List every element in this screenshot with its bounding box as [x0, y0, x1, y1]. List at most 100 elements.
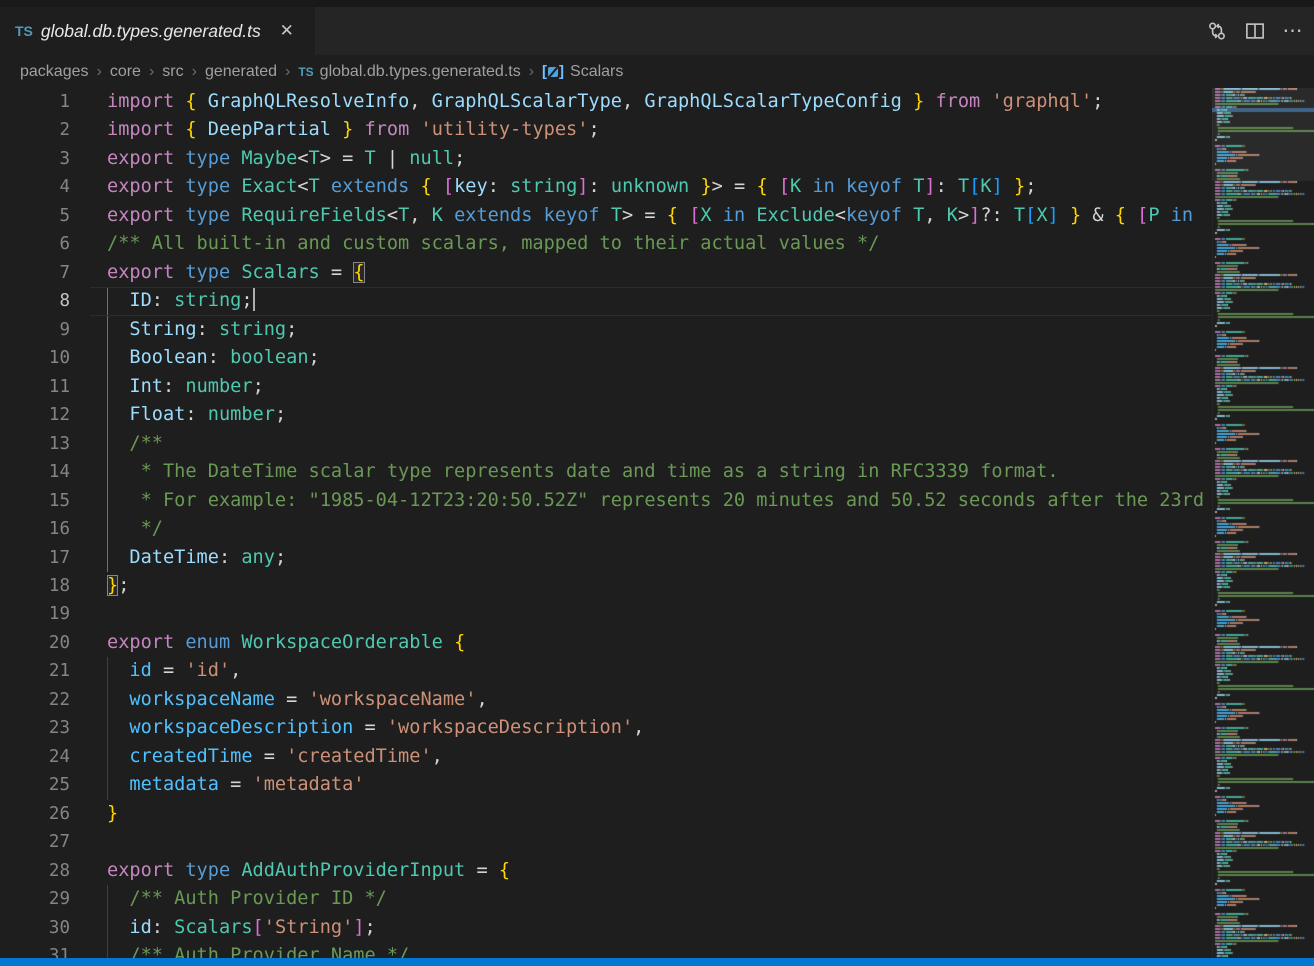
- code-token: ]: [992, 176, 1003, 197]
- code-line[interactable]: Float: number;: [0, 401, 1212, 429]
- code-line[interactable]: createdTime = 'createdTime',: [0, 743, 1212, 771]
- line-number[interactable]: 27: [0, 828, 90, 856]
- split-editor-icon[interactable]: [1240, 16, 1270, 46]
- code-line[interactable]: /**: [0, 430, 1212, 458]
- more-actions-icon[interactable]: ⋯: [1278, 16, 1308, 46]
- code-token: {: [667, 205, 678, 226]
- line-number[interactable]: 1: [0, 88, 90, 116]
- code-line[interactable]: id: Scalars['String'];: [0, 914, 1212, 942]
- code-token: Scalars: [163, 917, 253, 938]
- line-number[interactable]: 9: [0, 316, 90, 344]
- line-number[interactable]: 25: [0, 771, 90, 799]
- code-line[interactable]: * For example: "1985-04-12T23:20:50.52Z"…: [0, 487, 1212, 515]
- line-number[interactable]: 2: [0, 116, 90, 144]
- line-number[interactable]: 28: [0, 857, 90, 885]
- breadcrumb-item-generated[interactable]: generated: [205, 63, 277, 81]
- line-number[interactable]: 18: [0, 572, 90, 600]
- code-line[interactable]: import { GraphQLResolveInfo, GraphQLScal…: [0, 88, 1212, 116]
- code-token: }: [1014, 176, 1025, 197]
- line-number[interactable]: 20: [0, 629, 90, 657]
- code-token: <: [835, 205, 846, 226]
- code-line[interactable]: };: [0, 572, 1212, 600]
- line-number[interactable]: 8: [0, 287, 90, 315]
- code-line[interactable]: workspaceDescription = 'workspaceDescrip…: [0, 714, 1212, 742]
- code-token: [: [443, 176, 454, 197]
- code-token: Exclude: [745, 205, 835, 226]
- tab-close-icon[interactable]: ✕: [275, 19, 299, 43]
- line-number[interactable]: 16: [0, 515, 90, 543]
- code-token: }: [1070, 205, 1081, 226]
- breadcrumb-item-scalars[interactable]: []Scalars: [542, 63, 623, 81]
- code-token: boolean: [219, 347, 309, 368]
- code-token: [768, 176, 779, 197]
- code-line[interactable]: /** Auth Provider ID */: [0, 885, 1212, 913]
- line-number[interactable]: 11: [0, 373, 90, 401]
- code-line[interactable]: /** All built-in and custom scalars, map…: [0, 230, 1212, 258]
- code-line[interactable]: /** Auth Provider Name */: [0, 942, 1212, 958]
- code-token: null: [398, 148, 454, 169]
- line-number[interactable]: 31: [0, 942, 90, 958]
- line-number[interactable]: 5: [0, 202, 90, 230]
- code-token: [331, 119, 342, 140]
- breadcrumb-item-core[interactable]: core: [110, 63, 141, 81]
- code-token: ?:: [980, 205, 1002, 226]
- code-line[interactable]: export type RequireFields<T, K extends k…: [0, 202, 1212, 230]
- code-line[interactable]: import { DeepPartial } from 'utility-typ…: [0, 116, 1212, 144]
- tab-global-db-types[interactable]: TS global.db.types.generated.ts ✕: [0, 7, 316, 55]
- breadcrumb-item-packages[interactable]: packages: [20, 63, 89, 81]
- code-token: =: [219, 774, 241, 795]
- line-number[interactable]: 14: [0, 458, 90, 486]
- code-line[interactable]: export type Exact<T extends { [key: stri…: [0, 173, 1212, 201]
- line-number-gutter[interactable]: 1234567891011121314151617181920212223242…: [0, 88, 90, 958]
- code-line[interactable]: Boolean: boolean;: [0, 344, 1212, 372]
- minimap[interactable]: [1212, 88, 1314, 958]
- code-line[interactable]: */: [0, 515, 1212, 543]
- line-number[interactable]: 15: [0, 487, 90, 515]
- tab-title: global.db.types.generated.ts: [41, 21, 261, 42]
- line-number[interactable]: 4: [0, 173, 90, 201]
- code-token: Float: [107, 404, 185, 425]
- line-number[interactable]: 7: [0, 259, 90, 287]
- editor[interactable]: import { GraphQLResolveInfo, GraphQLScal…: [0, 88, 1314, 958]
- code-line[interactable]: Int: number;: [0, 373, 1212, 401]
- line-number[interactable]: 6: [0, 230, 90, 258]
- code-line[interactable]: export type Scalars = {: [0, 259, 1212, 287]
- line-number[interactable]: 26: [0, 800, 90, 828]
- code-line[interactable]: }: [0, 800, 1212, 828]
- line-number[interactable]: 10: [0, 344, 90, 372]
- line-number[interactable]: 17: [0, 544, 90, 572]
- open-changes-icon[interactable]: [1202, 16, 1232, 46]
- line-number[interactable]: 22: [0, 686, 90, 714]
- code-token: ;: [241, 290, 252, 311]
- code-line[interactable]: [0, 600, 1212, 628]
- breadcrumb-item-src[interactable]: src: [162, 63, 183, 81]
- code-token: &: [1081, 205, 1115, 226]
- line-number[interactable]: 24: [0, 743, 90, 771]
- status-bar[interactable]: [0, 958, 1314, 966]
- line-number[interactable]: 13: [0, 430, 90, 458]
- code-token: in: [712, 205, 746, 226]
- editor-code[interactable]: import { GraphQLResolveInfo, GraphQLScal…: [0, 88, 1212, 958]
- code-token: 'metadata': [241, 774, 364, 795]
- code-line[interactable]: ID: string;: [0, 287, 1212, 315]
- code-line[interactable]: [0, 828, 1212, 856]
- code-line[interactable]: String: string;: [0, 316, 1212, 344]
- indent-guide: [107, 942, 108, 958]
- code-line[interactable]: export type Maybe<T> = T | null;: [0, 145, 1212, 173]
- code-line[interactable]: DateTime: any;: [0, 544, 1212, 572]
- code-token: [: [1137, 205, 1148, 226]
- breadcrumb-item-global-db-types-generated-ts[interactable]: TSglobal.db.types.generated.ts: [298, 63, 520, 81]
- line-number[interactable]: 19: [0, 600, 90, 628]
- line-number[interactable]: 21: [0, 657, 90, 685]
- code-line[interactable]: workspaceName = 'workspaceName',: [0, 686, 1212, 714]
- line-number[interactable]: 29: [0, 885, 90, 913]
- line-number[interactable]: 12: [0, 401, 90, 429]
- code-line[interactable]: metadata = 'metadata': [0, 771, 1212, 799]
- line-number[interactable]: 3: [0, 145, 90, 173]
- code-line[interactable]: export enum WorkspaceOrderable {: [0, 629, 1212, 657]
- line-number[interactable]: 23: [0, 714, 90, 742]
- code-line[interactable]: export type AddAuthProviderInput = {: [0, 857, 1212, 885]
- code-line[interactable]: id = 'id',: [0, 657, 1212, 685]
- line-number[interactable]: 30: [0, 914, 90, 942]
- code-line[interactable]: * The DateTime scalar type represents da…: [0, 458, 1212, 486]
